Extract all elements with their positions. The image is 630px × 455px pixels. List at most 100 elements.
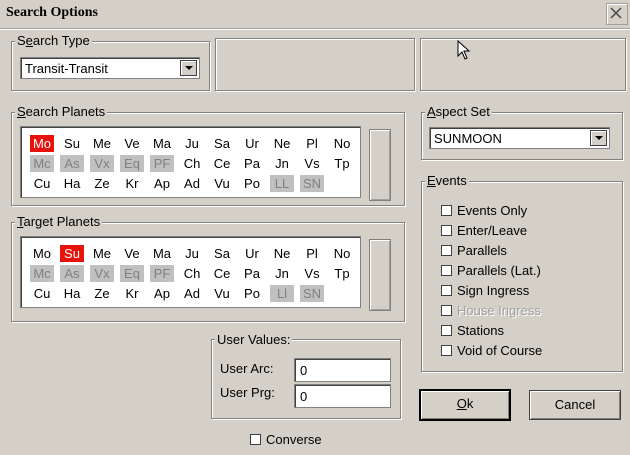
event-stations-row[interactable]: Stations	[441, 323, 611, 339]
target-planets-scroll-button[interactable]	[369, 239, 391, 311]
target-planets-grid: Mo Su Me Ve Ma Ju Sa Ur Ne Pl No Mc As Vx Eq PF Ch Ce Pa Jn…	[20, 236, 361, 308]
event-stations-checkbox[interactable]	[441, 325, 452, 336]
converse-checkbox[interactable]	[250, 434, 261, 445]
search-planets-cell-ma[interactable]: Ma	[150, 135, 174, 152]
search-planets-cell-sa[interactable]: Sa	[210, 135, 234, 152]
event-parallels-row[interactable]: Parallels	[441, 243, 611, 259]
search-planets-cell-pf: PF	[150, 155, 174, 172]
event-sign-ingress-checkbox[interactable]	[441, 285, 452, 296]
search-planets-cell-cu[interactable]: Cu	[30, 175, 54, 192]
target-planets-cell-jn[interactable]: Jn	[270, 265, 294, 282]
target-planets-cell-ch[interactable]: Ch	[180, 265, 204, 282]
close-button[interactable]	[606, 3, 628, 25]
user-arc-input[interactable]: 0	[294, 358, 391, 382]
search-planets-cell-mo[interactable]: Mo	[30, 135, 54, 152]
mouse-cursor-icon	[457, 40, 471, 60]
aspect-set-dropdown-button[interactable]	[590, 130, 607, 146]
target-planets-cell-ad[interactable]: Ad	[180, 285, 204, 302]
target-planets-cell-sa[interactable]: Sa	[210, 245, 234, 262]
target-planets-cell-ha[interactable]: Ha	[60, 285, 84, 302]
search-planets-cell-ve[interactable]: Ve	[120, 135, 144, 152]
search-planets-cell-ad[interactable]: Ad	[180, 175, 204, 192]
search-planets-cell-vs[interactable]: Vs	[300, 155, 324, 172]
event-house-ingress-row: House Ingress	[441, 303, 611, 319]
target-planets-cell-no[interactable]: No	[330, 245, 354, 262]
search-planets-cell-ju[interactable]: Ju	[180, 135, 204, 152]
search-planets-cell-me[interactable]: Me	[90, 135, 114, 152]
event-sign-ingress-row[interactable]: Sign Ingress	[441, 283, 611, 299]
target-planets-cell-me[interactable]: Me	[90, 245, 114, 262]
search-planets-cell-su[interactable]: Su	[60, 135, 84, 152]
search-planets-cell-pa[interactable]: Pa	[240, 155, 264, 172]
search-planets-cell-ur[interactable]: Ur	[240, 135, 264, 152]
search-planets-cell-no[interactable]: No	[330, 135, 354, 152]
converse-checkbox-row[interactable]: Converse	[250, 432, 340, 448]
target-planets-cell-po[interactable]: Po	[240, 285, 264, 302]
target-planets-cell-pf: PF	[150, 265, 174, 282]
target-planets-cell-mo[interactable]: Mo	[30, 245, 54, 262]
search-planets-cell-kr[interactable]: Kr	[120, 175, 144, 192]
ok-button[interactable]: Ok	[419, 389, 511, 421]
search-planets-scroll-button[interactable]	[369, 129, 391, 201]
aspect-set-label-accel: A	[427, 104, 436, 119]
target-planets-cell-ve[interactable]: Ve	[120, 245, 144, 262]
target-planets-cell-pa[interactable]: Pa	[240, 265, 264, 282]
search-type-label: Search Type	[15, 34, 92, 48]
search-planets-cell-eq: Eq	[120, 155, 144, 172]
search-planets-cell-ne[interactable]: Ne	[270, 135, 294, 152]
target-planets-cell-tp[interactable]: Tp	[330, 265, 354, 282]
event-parallels-checkbox[interactable]	[441, 245, 452, 256]
search-planets-cell-as: As	[60, 155, 84, 172]
aspect-set-value: SUNMOON	[434, 131, 502, 146]
event-parallels-lat-checkbox[interactable]	[441, 265, 452, 276]
event-enter-leave-row[interactable]: Enter/Leave	[441, 223, 611, 239]
user-prg-input[interactable]: 0	[294, 384, 391, 408]
event-events-only-checkbox[interactable]	[441, 205, 452, 216]
target-planets-cell-su[interactable]: Su	[60, 245, 84, 262]
target-planets-cell-vs[interactable]: Vs	[300, 265, 324, 282]
search-planets-cell-tp[interactable]: Tp	[330, 155, 354, 172]
target-planets-cell-eq: Eq	[120, 265, 144, 282]
search-planets-cell-ze[interactable]: Ze	[90, 175, 114, 192]
aspect-set-select[interactable]: SUNMOON	[429, 127, 610, 149]
target-planets-cell-mc: Mc	[30, 265, 54, 282]
events-label-rest: vents	[435, 173, 467, 188]
event-enter-leave-checkbox[interactable]	[441, 225, 452, 236]
search-planets-cell-vu[interactable]: Vu	[210, 175, 234, 192]
target-planets-cell-sn: SN	[300, 285, 324, 302]
search-planets-cell-ce[interactable]: Ce	[210, 155, 234, 172]
cancel-button[interactable]: Cancel	[529, 390, 621, 420]
search-planets-cell-ha[interactable]: Ha	[60, 175, 84, 192]
target-planets-cell-ma[interactable]: Ma	[150, 245, 174, 262]
target-planets-cell-ur[interactable]: Ur	[240, 245, 264, 262]
user-prg-value: 0	[300, 389, 308, 404]
event-parallels-lat-row[interactable]: Parallels (Lat.)	[441, 263, 611, 279]
event-void-of-course-checkbox[interactable]	[441, 345, 452, 356]
target-planets-label-rest: arget Planets	[23, 214, 101, 229]
target-planets-cell-ze[interactable]: Ze	[90, 285, 114, 302]
search-type-dropdown-button[interactable]	[180, 60, 197, 76]
event-events-only-row[interactable]: Events Only	[441, 203, 611, 219]
target-planets-cell-pl[interactable]: Pl	[300, 245, 324, 262]
event-void-of-course-row[interactable]: Void of Course	[441, 343, 611, 359]
search-type-label-pre: S	[17, 33, 26, 48]
target-planets-cell-ap[interactable]: Ap	[150, 285, 174, 302]
title-separator-highlight	[0, 29, 630, 30]
target-planets-cell-ju[interactable]: Ju	[180, 245, 204, 262]
search-type-select[interactable]: Transit-Transit	[20, 57, 200, 79]
target-planets-cell-ce[interactable]: Ce	[210, 265, 234, 282]
target-planets-cell-vu[interactable]: Vu	[210, 285, 234, 302]
user-arc-label: User Arc:	[220, 361, 274, 376]
search-planets-cell-pl[interactable]: Pl	[300, 135, 324, 152]
target-planets-cell-cu[interactable]: Cu	[30, 285, 54, 302]
search-planets-cell-sn: SN	[300, 175, 324, 192]
target-planets-label: Target Planets	[15, 214, 103, 229]
search-planets-cell-jn[interactable]: Jn	[270, 155, 294, 172]
search-planets-cell-ap[interactable]: Ap	[150, 175, 174, 192]
blank-panel-middle	[215, 38, 415, 91]
target-planets-cell-kr[interactable]: Kr	[120, 285, 144, 302]
search-planets-cell-po[interactable]: Po	[240, 175, 264, 192]
search-planets-cell-ch[interactable]: Ch	[180, 155, 204, 172]
target-planets-cell-ne[interactable]: Ne	[270, 245, 294, 262]
search-type-value: Transit-Transit	[25, 61, 108, 76]
